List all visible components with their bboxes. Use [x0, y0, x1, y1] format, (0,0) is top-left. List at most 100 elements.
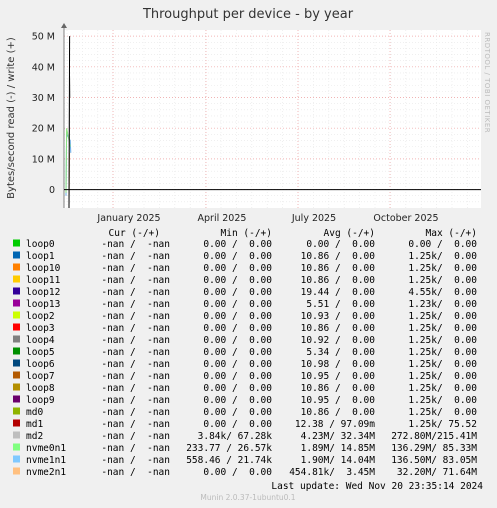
legend-max: 136.29M/ 85.33M [391, 443, 477, 454]
legend-max: 1.25k/ 0.00 [408, 323, 477, 334]
legend-avg: 10.86 / 0.00 [301, 383, 376, 394]
y-axis-arrow [61, 23, 67, 28]
legend-row: loop1 -nan / -nan 0.00 / 0.00 10.86 / 0.00 1… [13, 251, 477, 262]
legend-name: loop11 [26, 275, 61, 286]
legend-swatch [13, 287, 20, 295]
legend-cur: -nan / -nan [101, 275, 170, 286]
legend-avg: 5.51 / 0.00 [306, 299, 375, 310]
legend-avg: 10.92 / 0.00 [301, 335, 376, 346]
legend-row: loop8 -nan / -nan 0.00 / 0.00 10.86 / 0.00 1… [13, 383, 477, 394]
legend-max: 1.25k/ 0.00 [408, 371, 477, 382]
legend-avg: 1.89M/ 14.85M [301, 443, 376, 454]
x-tick-label: January 2025 [96, 213, 160, 224]
legend-row: loop4 -nan / -nan 0.00 / 0.00 10.92 / 0.00 1… [13, 335, 477, 346]
legend-max: 32.20M/ 71.64M [397, 467, 477, 478]
legend-avg: 10.86 / 0.00 [301, 263, 376, 274]
legend-swatch [13, 299, 20, 307]
header-avg: Avg (-/+) [324, 228, 375, 239]
legend-avg: 10.86 / 0.00 [301, 251, 376, 262]
legend-avg: 12.38 / 97.09m [295, 419, 375, 430]
legend-max: 1.25k/ 75.52 [408, 419, 477, 430]
legend-name: nvme0n1 [26, 443, 66, 454]
legend-cur: -nan / -nan [101, 287, 170, 298]
legend-avg: 454.81k/ 3.45M [289, 467, 375, 478]
legend-row: loop9 -nan / -nan 0.00 / 0.00 10.95 / 0.00 1… [13, 395, 477, 406]
legend-cur: -nan / -nan [101, 323, 170, 334]
y-tick-label: 20 M [32, 124, 55, 135]
legend-swatch [13, 335, 20, 343]
legend-avg: 5.34 / 0.00 [306, 347, 375, 358]
y-tick-label: 0 [49, 185, 55, 196]
legend-max: 272.80M/215.41M [391, 431, 477, 442]
legend-avg: 10.98 / 0.00 [301, 359, 376, 370]
legend-min: 233.77 / 26.57k [186, 443, 272, 454]
chart-title: Throughput per device - by year [142, 7, 354, 22]
legend-max: 1.25k/ 0.00 [408, 359, 477, 370]
legend-avg: 10.86 / 0.00 [301, 323, 376, 334]
legend-name: loop1 [26, 251, 55, 262]
legend-swatch [13, 419, 20, 427]
legend-cur: -nan / -nan [101, 251, 170, 262]
legend-name: loop13 [26, 299, 60, 310]
series-line-md1 [68, 36, 71, 209]
legend-swatch [13, 407, 20, 415]
legend-max: 1.25k/ 0.00 [408, 347, 477, 358]
legend-swatch [13, 395, 20, 403]
y-tick-label: 30 M [32, 93, 55, 104]
legend-avg: 10.95 / 0.00 [301, 371, 376, 382]
rrdtool-credit: RRDTOOL / TOBI OETIKER [483, 32, 491, 133]
legend-row: nvme0n1 -nan / -nan 233.77 / 26.57k 1.89M/ … [13, 443, 477, 454]
plot-area [64, 30, 481, 208]
legend-max: 1.25k/ 0.00 [408, 251, 477, 262]
legend-cur: -nan / -nan [101, 335, 170, 346]
legend-cur: -nan / -nan [101, 395, 170, 406]
legend-cur: -nan / -nan [101, 407, 170, 418]
legend-max: 1.25k/ 0.00 [408, 395, 477, 406]
legend-row: loop12 -nan / -nan 0.00 / 0.00 19.44 / 0.00… [13, 287, 477, 298]
legend-min: 0.00 / 0.00 [203, 467, 272, 478]
legend-min: 0.00 / 0.00 [203, 251, 272, 262]
legend-max: 0.00 / 0.00 [408, 239, 477, 250]
legend-name: md1 [26, 419, 43, 430]
legend-min: 0.00 / 0.00 [203, 287, 272, 298]
legend-cur: -nan / -nan [101, 431, 170, 442]
legend-max: 1.25k/ 0.00 [408, 383, 477, 394]
legend-name: loop9 [26, 395, 55, 406]
legend-max: 4.55k/ 0.00 [408, 287, 477, 298]
legend-avg: 19.44 / 0.00 [301, 287, 376, 298]
y-tick-label: 40 M [32, 62, 55, 73]
legend-swatch [13, 251, 20, 259]
legend-min: 3.84k/ 67.28k [198, 431, 273, 442]
legend-min: 0.00 / 0.00 [203, 263, 272, 274]
legend-row: loop2 -nan / -nan 0.00 / 0.00 10.93 / 0.00 1… [13, 311, 477, 322]
legend-swatch [13, 347, 20, 355]
legend-min: 0.00 / 0.00 [203, 383, 272, 394]
legend-avg: 1.90M/ 14.04M [301, 455, 376, 466]
legend-avg: 0.00 / 0.00 [306, 239, 375, 250]
y-tick-labels: 50 M 40 M 30 M 20 M 10 M 0 [32, 32, 55, 196]
legend-name: loop12 [26, 287, 60, 298]
legend-cur: -nan / -nan [101, 443, 170, 454]
legend-min: 0.00 / 0.00 [203, 395, 272, 406]
legend-name: loop0 [26, 239, 55, 250]
legend-min: 0.00 / 0.00 [203, 419, 272, 430]
legend-min: 0.00 / 0.00 [203, 371, 272, 382]
x-tick-label: April 2025 [198, 213, 247, 224]
legend-max: 1.23k/ 0.00 [408, 299, 477, 310]
legend-row: loop11 -nan / -nan 0.00 / 0.00 10.86 / 0.00… [13, 275, 477, 286]
x-tick-label: October 2025 [373, 213, 438, 224]
legend-header: Cur (-/+) Min (-/+) Avg (-/+) Max (-/+) [109, 228, 477, 239]
legend-swatch [13, 311, 20, 319]
legend-cur: -nan / -nan [101, 419, 170, 430]
legend-swatch [13, 323, 20, 331]
legend-row: loop6 -nan / -nan 0.00 / 0.00 10.98 / 0.00 1… [13, 359, 477, 370]
legend-min: 0.00 / 0.00 [203, 407, 272, 418]
legend-row: loop5 -nan / -nan 0.00 / 0.00 5.34 / 0.00 1.… [13, 347, 477, 358]
legend-avg: 10.86 / 0.00 [301, 275, 376, 286]
legend-avg: 10.93 / 0.00 [301, 311, 376, 322]
legend-name: loop4 [26, 335, 55, 346]
legend-table: loop0 -nan / -nan 0.00 / 0.00 0.00 / 0.00 0.… [13, 239, 477, 478]
legend-row: loop0 -nan / -nan 0.00 / 0.00 0.00 / 0.00 0.… [13, 239, 477, 250]
legend-row: loop7 -nan / -nan 0.00 / 0.00 10.95 / 0.00 1… [13, 371, 477, 382]
legend-avg: 4.23M/ 32.34M [301, 431, 376, 442]
